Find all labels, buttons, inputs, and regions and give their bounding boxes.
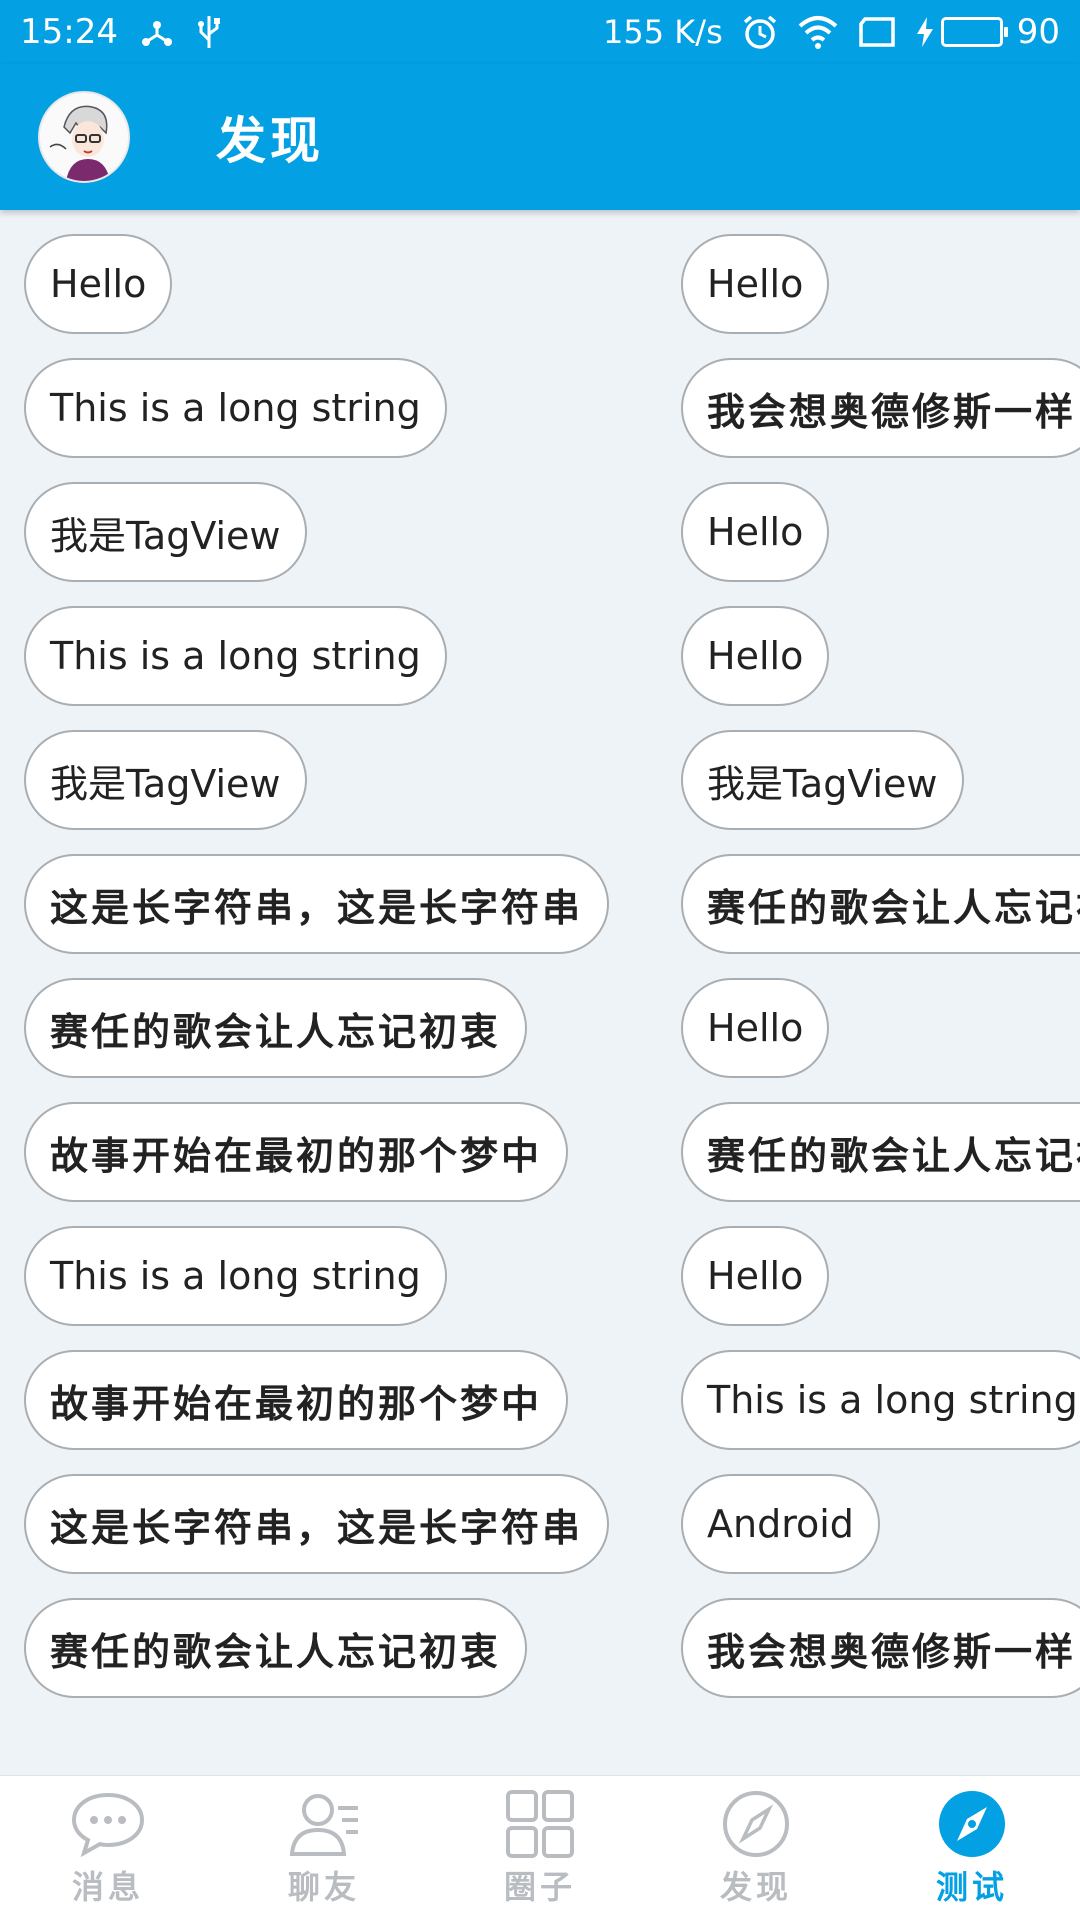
tag-item[interactable]: Android xyxy=(681,1474,880,1574)
nav-item-discover[interactable]: 发现 xyxy=(648,1776,864,1920)
battery-level: 90 xyxy=(1016,12,1060,52)
tag-item[interactable]: 我是TagView xyxy=(24,730,307,830)
tag-list: Hello This is a long string 我是TagView This … xyxy=(0,210,1080,1775)
usb-icon xyxy=(196,14,222,50)
bottom-navigation: 消息 聊友 圈子 发现 测试 xyxy=(0,1775,1080,1920)
tag-item[interactable]: 我会想奥德修斯一样 xyxy=(681,358,1080,458)
grid-icon xyxy=(500,1786,580,1862)
tag-item[interactable]: 故事开始在最初的那个梦中 xyxy=(24,1102,569,1202)
tag-item[interactable]: Hello xyxy=(681,978,830,1078)
avatar[interactable] xyxy=(38,91,130,183)
compass-filled-icon xyxy=(932,1786,1012,1862)
nav-label: 测试 xyxy=(935,1868,1008,1906)
share-icon xyxy=(140,15,174,49)
tag-item[interactable]: Hello xyxy=(681,606,830,706)
nav-item-contacts[interactable]: 聊友 xyxy=(216,1776,432,1920)
nav-item-circles[interactable]: 圈子 xyxy=(432,1776,648,1920)
tag-item[interactable]: 故事开始在最初的那个梦中 xyxy=(24,1350,569,1450)
wifi-icon xyxy=(797,14,839,50)
tag-column-right: Hello 我会想奥德修斯一样 Hello Hello 我是TagView 赛任的歌会让人… xyxy=(681,234,1080,1698)
tag-item[interactable]: This is a long string xyxy=(24,358,447,458)
nav-label: 消息 xyxy=(71,1868,144,1906)
tag-item[interactable]: This is a long string xyxy=(24,606,447,706)
tag-item[interactable]: Hello xyxy=(681,1226,830,1326)
tag-item[interactable]: 赛任的歌会让人忘记初衷 xyxy=(681,1102,1080,1202)
page-title: 发现 xyxy=(216,112,324,170)
alarm-icon xyxy=(741,13,779,51)
sim-icon xyxy=(857,16,897,48)
message-icon xyxy=(68,1786,148,1862)
status-time: 15:24 xyxy=(20,12,118,52)
contacts-icon xyxy=(284,1786,364,1862)
tag-item[interactable]: 我是TagView xyxy=(681,730,964,830)
status-bar: 15:24 155 K/s 90 xyxy=(0,0,1080,64)
tag-column-left: Hello This is a long string 我是TagView This … xyxy=(24,234,610,1698)
net-speed: 155 K/s xyxy=(603,13,723,51)
tag-item[interactable]: This is a long string xyxy=(24,1226,447,1326)
battery-indicator: 90 xyxy=(915,12,1060,52)
nav-label: 聊友 xyxy=(287,1868,360,1906)
tag-item[interactable]: 这是长字符串，这是长字符串 xyxy=(24,854,610,954)
tag-item[interactable]: Hello xyxy=(681,234,830,334)
tag-item[interactable]: 我是TagView xyxy=(24,482,307,582)
nav-item-test[interactable]: 测试 xyxy=(864,1776,1080,1920)
tag-item[interactable]: Hello xyxy=(24,234,173,334)
nav-label: 发现 xyxy=(719,1868,792,1906)
tag-item[interactable]: 赛任的歌会让人忘记初衷 xyxy=(681,854,1080,954)
tag-item[interactable]: Hello xyxy=(681,482,830,582)
tag-item[interactable]: 我会想奥德修斯一样 xyxy=(681,1598,1080,1698)
app-bar: 发现 xyxy=(0,64,1080,210)
battery-icon xyxy=(940,17,1008,47)
nav-label: 圈子 xyxy=(503,1868,576,1906)
nav-item-messages[interactable]: 消息 xyxy=(0,1776,216,1920)
tag-item[interactable]: 这是长字符串，这是长字符串 xyxy=(24,1474,610,1574)
compass-icon xyxy=(716,1786,796,1862)
charging-icon xyxy=(915,16,935,48)
tag-item[interactable]: 赛任的歌会让人忘记初衷 xyxy=(24,978,528,1078)
tag-item[interactable]: This is a long string xyxy=(681,1350,1080,1450)
tag-item[interactable]: 赛任的歌会让人忘记初衷 xyxy=(24,1598,528,1698)
